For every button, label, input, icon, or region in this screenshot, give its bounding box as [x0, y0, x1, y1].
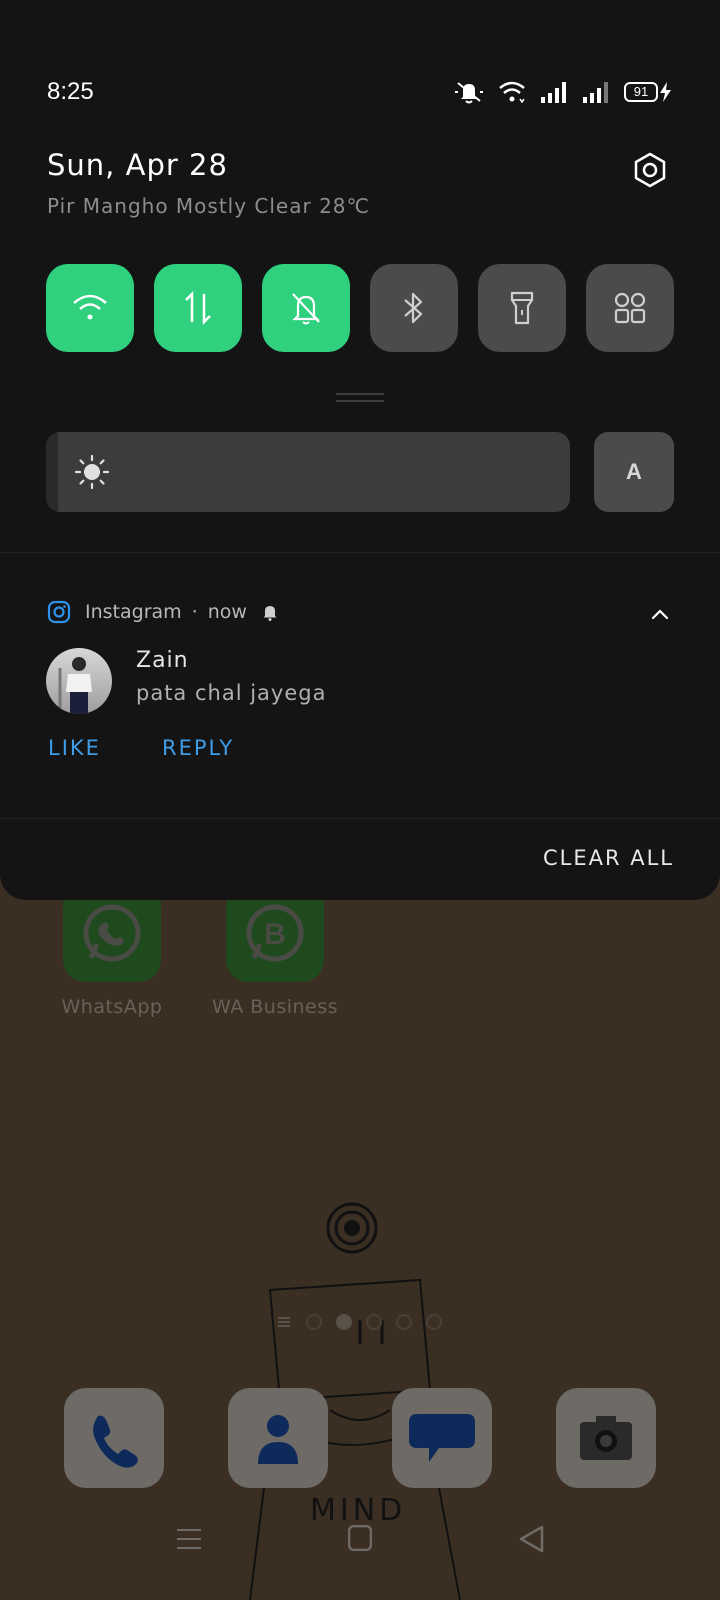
signal-icon [541, 82, 566, 103]
brightness-slider[interactable] [46, 432, 570, 512]
menu-icon[interactable] [176, 1527, 202, 1551]
phone-app[interactable] [64, 1388, 164, 1488]
messages-icon [409, 1414, 475, 1462]
auto-brightness-button[interactable]: A [594, 432, 674, 512]
app-label: WhatsApp [61, 996, 163, 1018]
wifi-icon [73, 294, 107, 320]
like-button[interactable]: LIKE [48, 736, 101, 760]
bluetooth-icon [404, 292, 423, 324]
navigation-bar [0, 1525, 720, 1585]
tile-bluetooth[interactable] [370, 264, 458, 352]
tile-mobile-data[interactable] [154, 264, 242, 352]
flashlight-icon [510, 291, 534, 325]
app-whatsapp[interactable]: WhatsApp [47, 884, 177, 1018]
page-dot [366, 1314, 382, 1330]
wifi-icon [499, 81, 525, 103]
page-dot [396, 1314, 412, 1330]
divider [0, 552, 720, 553]
notification-message: pata chal jayega [136, 681, 327, 705]
divider [0, 818, 720, 819]
clear-all-button[interactable]: CLEAR ALL [543, 846, 674, 870]
camera-icon [580, 1416, 632, 1460]
quick-settings-tiles [46, 264, 674, 352]
page-dot-current [336, 1314, 352, 1330]
data-arrows-icon [185, 290, 211, 326]
page-dot [426, 1314, 442, 1330]
list-icon [278, 1317, 290, 1327]
svg-text:B: B [264, 918, 286, 951]
notification-time: now [207, 601, 247, 623]
signal-icon [583, 82, 608, 103]
brightness-fill [46, 432, 58, 512]
instagram-icon [47, 600, 71, 624]
page-dot [306, 1314, 322, 1330]
mute-bell-icon [292, 293, 320, 325]
contacts-icon [258, 1415, 298, 1464]
avatar [46, 648, 112, 714]
app-label: WA Business [211, 996, 339, 1018]
gear-icon [634, 152, 666, 188]
reply-button[interactable]: REPLY [162, 736, 234, 760]
notification-app-name: Instagram [85, 601, 182, 623]
battery-level: 91 [624, 82, 658, 102]
phone-icon [93, 1415, 138, 1468]
separator-dot: · [191, 601, 198, 623]
tile-flashlight[interactable] [478, 264, 566, 352]
settings-button[interactable] [628, 148, 672, 192]
mute-bell-icon [455, 82, 483, 104]
weather-label[interactable]: Pir Mangho Mostly Clear 28℃ [47, 194, 370, 218]
back-icon[interactable] [518, 1525, 544, 1553]
contacts-app[interactable] [228, 1388, 328, 1488]
notification-shade: 8:25 91 Sun, Apr 28 Pir Mangho Mostly Cl… [0, 0, 720, 900]
notification-header[interactable]: Instagram · now [47, 600, 279, 624]
date-label: Sun, Apr 28 [47, 148, 228, 182]
bell-icon [263, 606, 277, 621]
tile-wifi[interactable] [46, 264, 134, 352]
grid-icon [614, 292, 646, 324]
app-wa-business[interactable]: B WA Business [210, 884, 340, 1018]
camera-app[interactable] [556, 1388, 656, 1488]
notification-sender: Zain [136, 648, 189, 673]
battery-indicator: 91 [624, 81, 672, 103]
clock: 8:25 [47, 78, 94, 105]
tile-silent-mode[interactable] [262, 264, 350, 352]
status-icons: 91 [454, 80, 672, 104]
drag-handle[interactable] [336, 393, 384, 402]
page-indicator[interactable] [276, 1314, 442, 1330]
svg-text:MIND: MIND [310, 1493, 406, 1528]
messages-app[interactable] [392, 1388, 492, 1488]
home-icon[interactable] [348, 1525, 372, 1551]
brightness-icon [74, 454, 110, 490]
tile-more[interactable] [586, 264, 674, 352]
chevron-up-icon[interactable] [648, 603, 672, 627]
charging-icon [660, 82, 671, 102]
